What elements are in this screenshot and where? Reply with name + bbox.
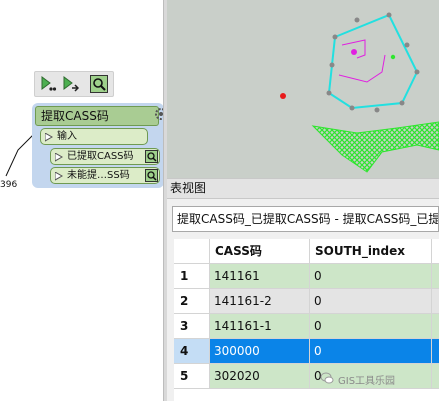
table-row[interactable]: 4 300000 0: [174, 339, 439, 364]
data-table[interactable]: CASS码 SOUTH_index 1 141161 0 2 141161-2 0 3 141…: [174, 239, 439, 401]
map-view[interactable]: [167, 0, 439, 178]
dataset-tab-label: 提取CASS码_已提取CASS码 - 提取CASS码_已提取C: [177, 212, 439, 226]
cass-code-cell[interactable]: 141161-1: [210, 314, 310, 339]
south-index-cell[interactable]: 0: [310, 314, 432, 339]
south-index-cell[interactable]: 0: [310, 264, 432, 289]
feature-count-label: 396: [0, 180, 18, 190]
table-row[interactable]: 5 302020 0: [174, 364, 439, 389]
table-view-panel: 表视图 提取CASS码_已提取CASS码 - 提取CASS码_已提取C CASS…: [167, 178, 439, 401]
workbench-canvas[interactable]: 396 提取CASS码 输入 已提取CASS码 未能提…SS码: [0, 0, 163, 401]
row-number[interactable]: 3: [174, 314, 210, 339]
gear-icon[interactable]: [154, 107, 163, 121]
wechat-icon: [320, 372, 334, 384]
south-index-cell[interactable]: 0: [310, 289, 432, 314]
input-port[interactable]: 输入: [40, 128, 148, 145]
port-arrow-icon: [54, 171, 64, 186]
table-row[interactable]: 1 141161 0: [174, 264, 439, 289]
cass-code-cell[interactable]: 141161-2: [210, 289, 310, 314]
output-port-extracted[interactable]: 已提取CASS码: [50, 148, 160, 165]
south-index-cell[interactable]: 0: [310, 339, 432, 364]
table-row[interactable]: 3 141161-1 0: [174, 314, 439, 339]
row-number[interactable]: 4: [174, 339, 210, 364]
next-column-cell[interactable]: [432, 364, 439, 389]
selected-polygon: [327, 13, 419, 110]
dataset-tab[interactable]: 提取CASS码_已提取CASS码 - 提取CASS码_已提取C: [172, 206, 439, 232]
next-column-cell[interactable]: [432, 264, 439, 289]
next-column-cell[interactable]: [432, 314, 439, 339]
watermark: GIS工具乐园: [338, 376, 396, 387]
panel-title: 表视图: [167, 178, 439, 199]
next-column-cell[interactable]: [432, 339, 439, 364]
port-arrow-icon: [44, 132, 54, 147]
hatched-polygon: [311, 121, 439, 173]
row-number[interactable]: 2: [174, 289, 210, 314]
column-header-cass[interactable]: CASS码: [210, 239, 310, 264]
cass-code-cell[interactable]: 300000: [210, 339, 310, 364]
column-header-next[interactable]: [432, 239, 439, 264]
next-column-cell[interactable]: [432, 289, 439, 314]
output-port-label: 未能提…SS码: [67, 170, 130, 181]
inspect-icon[interactable]: [145, 150, 158, 163]
transformer-title[interactable]: 提取CASS码: [35, 106, 159, 126]
table-row[interactable]: 2 141161-2 0: [174, 289, 439, 314]
port-arrow-icon: [54, 152, 64, 167]
cass-code-cell[interactable]: 141161: [210, 264, 310, 289]
map-geometry: [280, 12, 439, 173]
column-header-south-index[interactable]: SOUTH_index: [310, 239, 432, 264]
corner-header[interactable]: [174, 239, 210, 264]
output-port-label: 已提取CASS码: [67, 151, 134, 162]
input-port-label: 输入: [57, 131, 77, 142]
transformer-title-text: 提取CASS码: [41, 109, 109, 123]
output-port-failed[interactable]: 未能提…SS码: [50, 167, 160, 184]
transformer-node[interactable]: 提取CASS码 输入 已提取CASS码 未能提…SS码: [32, 103, 163, 188]
inspect-icon[interactable]: [145, 169, 158, 182]
cass-code-cell[interactable]: 302020: [210, 364, 310, 389]
row-number[interactable]: 5: [174, 364, 210, 389]
row-number[interactable]: 1: [174, 264, 210, 289]
connection-line: [5, 133, 35, 177]
